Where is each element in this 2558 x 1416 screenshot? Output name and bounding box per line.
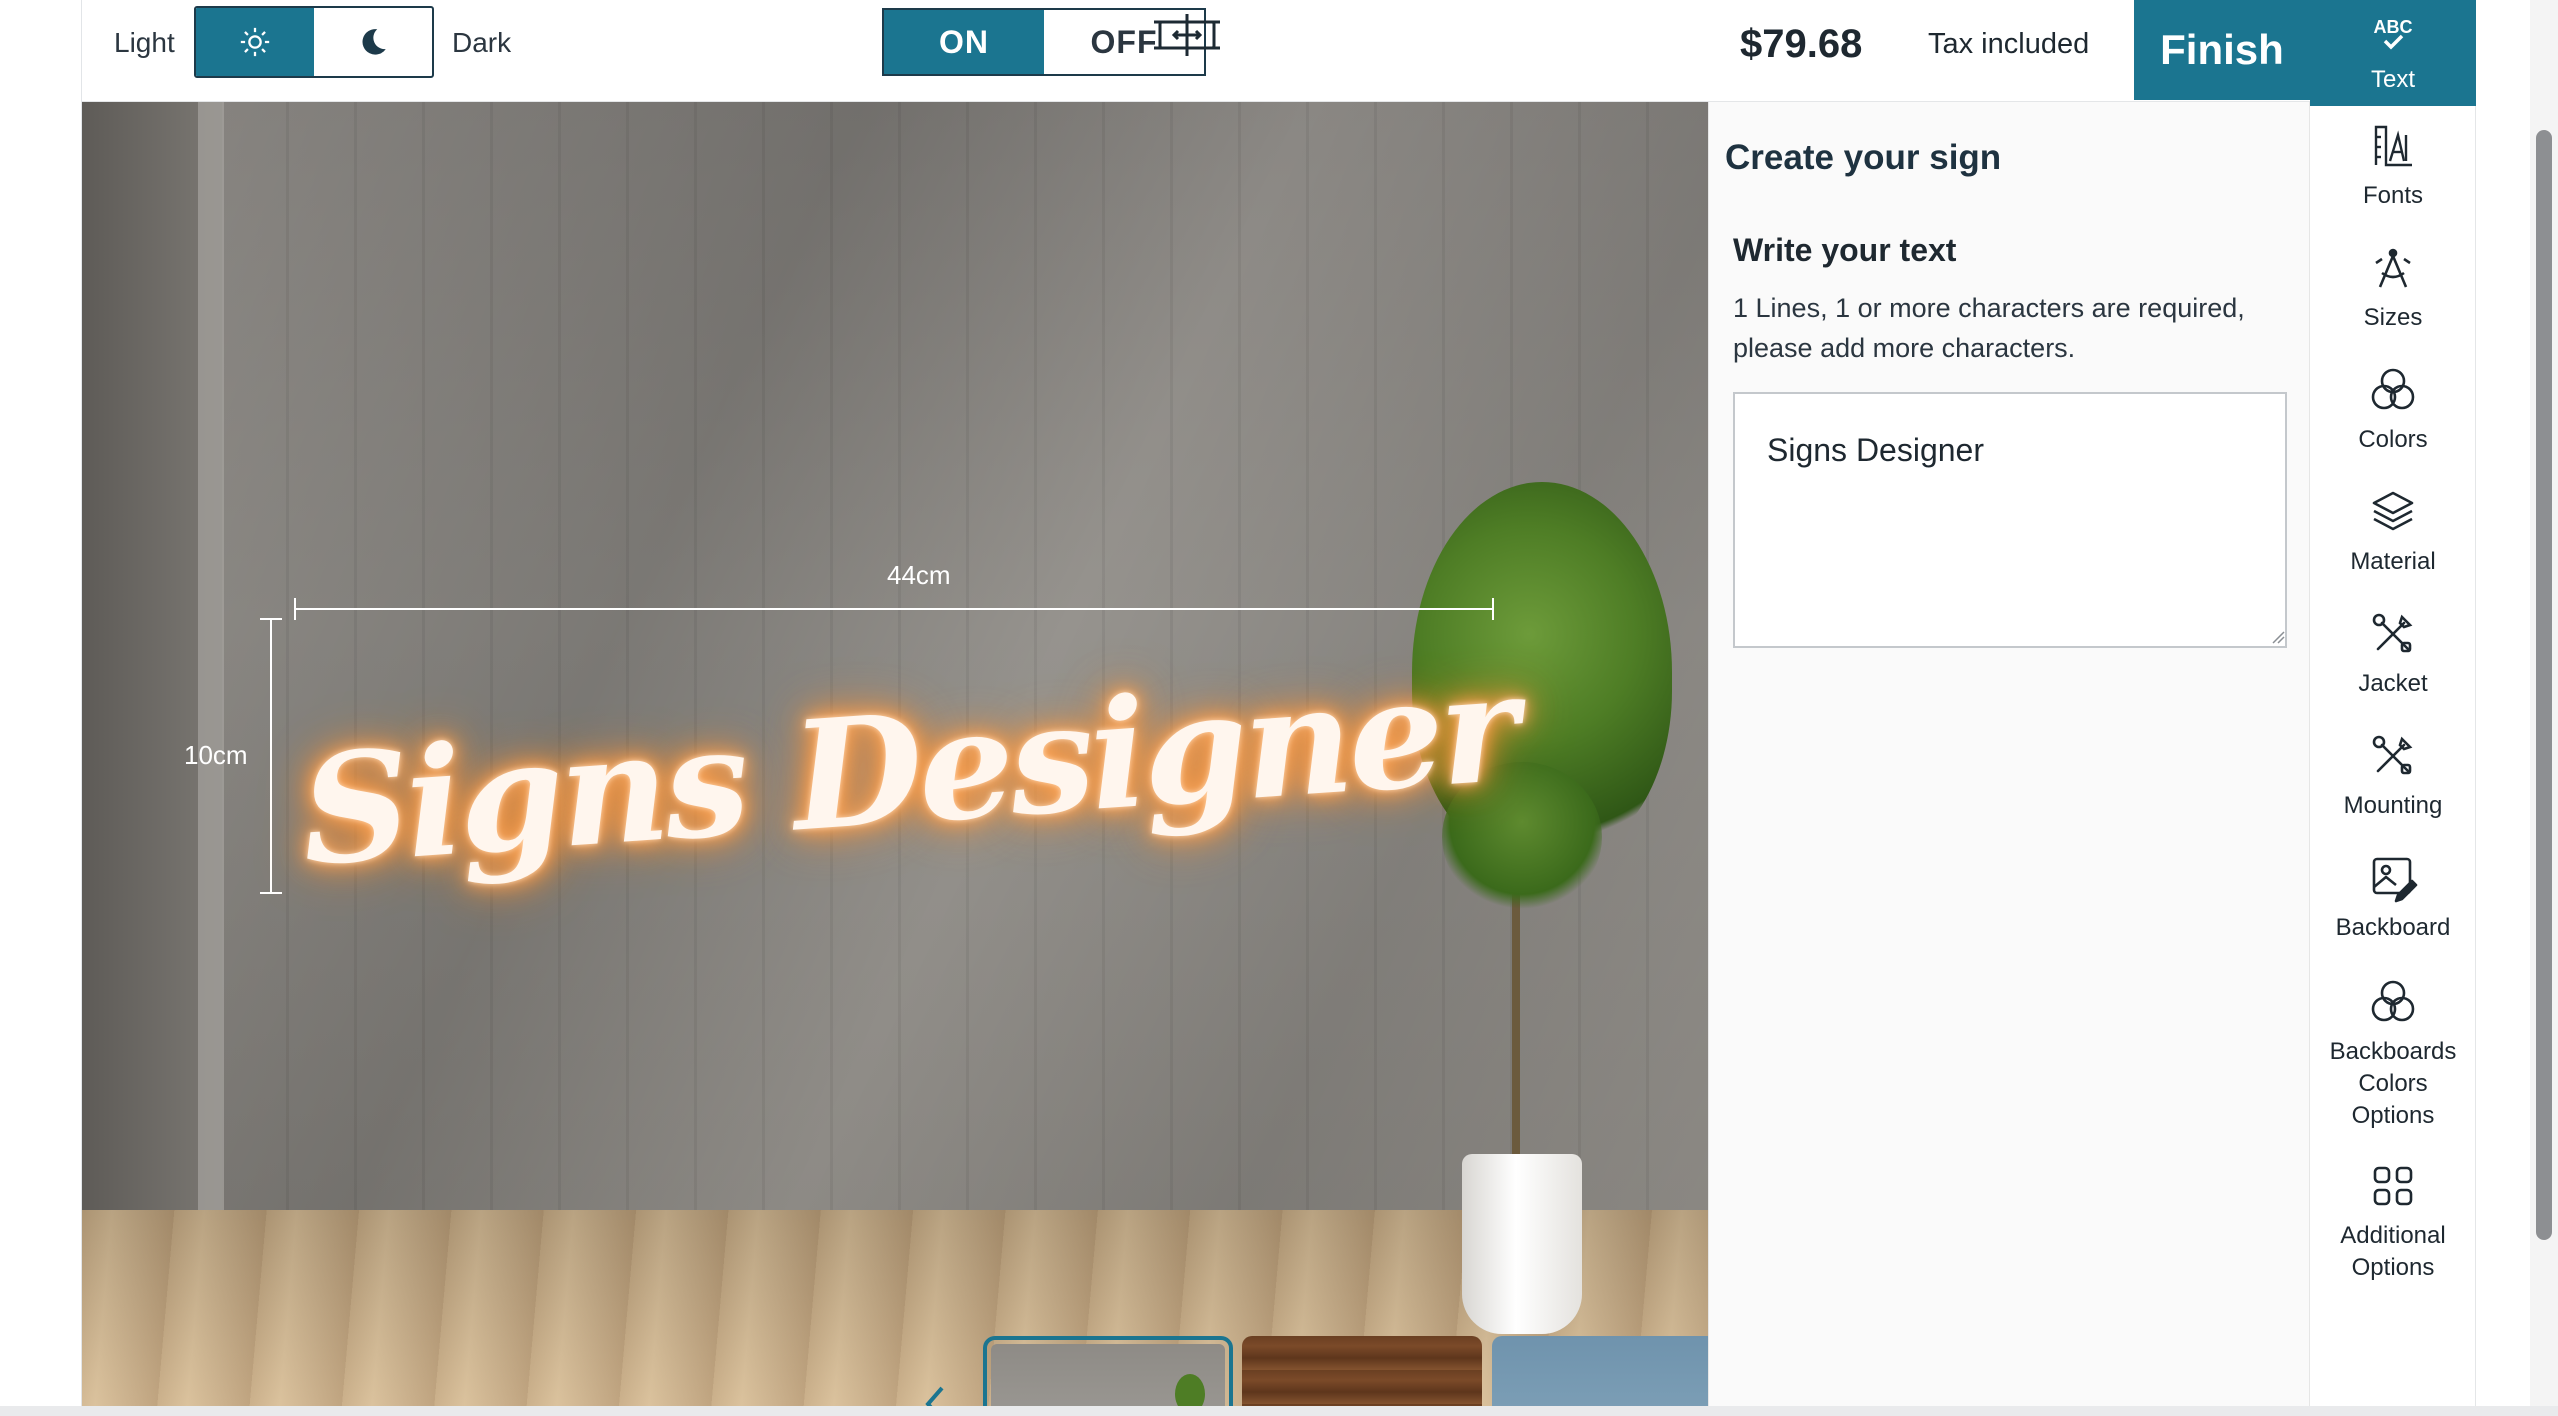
scrollbar-thumb[interactable] xyxy=(2536,130,2552,1240)
nav-backboard[interactable]: Backboard xyxy=(2310,852,2476,944)
bottom-edge xyxy=(0,1406,2558,1416)
prev-background-button[interactable] xyxy=(915,1382,955,1406)
nav-material[interactable]: Material xyxy=(2310,486,2476,578)
nav-backboard-colors[interactable]: Backboards Colors Options xyxy=(2310,976,2476,1132)
topbar: Light Dark ON OFF $79.68 Tax included Fi… xyxy=(82,0,2476,102)
nav-label: Colors xyxy=(2358,426,2428,453)
nav-label: Mounting xyxy=(2343,792,2443,819)
sign-preview: 44cm 10cm Signs Designer xyxy=(82,102,1708,1406)
side-nav: ABC Text Fonts Sizes Colors Material Jac… xyxy=(2310,0,2476,1406)
svg-text:ABC: ABC xyxy=(2374,17,2413,37)
abc-check-icon: ABC xyxy=(2367,10,2419,62)
nav-colors[interactable]: Colors xyxy=(2310,364,2476,456)
nav-label: Backboard xyxy=(2335,914,2451,941)
fonts-icon xyxy=(2367,120,2419,172)
nav-mounting[interactable]: Mounting xyxy=(2310,730,2476,822)
sign-text-input[interactable]: Signs Designer xyxy=(1733,392,2287,648)
width-label: 44cm xyxy=(887,560,951,590)
additional-options-icon xyxy=(2367,1160,2419,1212)
dark-mode-label: Dark xyxy=(452,27,512,58)
nav-label: Sizes xyxy=(2363,304,2423,331)
mounting-icon xyxy=(2367,730,2419,782)
light-mode-button[interactable] xyxy=(196,8,314,76)
material-icon xyxy=(2367,486,2419,538)
height-measure xyxy=(256,618,286,894)
resize-grip-icon[interactable] xyxy=(2271,630,2285,644)
jacket-icon xyxy=(2367,608,2419,660)
section-title: Write your text xyxy=(1733,232,1957,268)
ruler-icon[interactable] xyxy=(1152,10,1222,60)
theme-toggle xyxy=(194,6,434,78)
nav-label: Jacket xyxy=(2358,670,2428,697)
nav-text[interactable]: ABC Text xyxy=(2310,0,2476,106)
height-label: 10cm xyxy=(184,740,248,770)
neon-sign-text[interactable]: Signs Designer xyxy=(294,616,1546,922)
nav-additional-options[interactable]: Additional Options xyxy=(2310,1160,2476,1284)
background-thumbnail-concrete[interactable] xyxy=(983,1336,1233,1406)
colors-icon xyxy=(2367,364,2419,416)
nav-label: Additional Options xyxy=(2340,1222,2446,1281)
dark-mode-button[interactable] xyxy=(314,8,432,76)
nav-sizes[interactable]: Sizes xyxy=(2310,242,2476,334)
nav-label: Backboards Colors Options xyxy=(2329,1038,2457,1129)
app: Light Dark ON OFF $79.68 Tax included Fi… xyxy=(0,0,2558,1416)
light-mode-label: Light xyxy=(114,27,175,58)
left-gutter xyxy=(0,0,82,1416)
plant-pot xyxy=(1462,1154,1582,1334)
backboard-colors-icon xyxy=(2367,976,2419,1028)
tax-note: Tax included xyxy=(1928,28,2090,60)
light-on-button[interactable]: ON xyxy=(884,10,1044,74)
options-panel: Create your sign Write your text 1 Lines… xyxy=(1708,102,2310,1406)
sun-icon xyxy=(240,27,270,57)
text-requirement-hint: 1 Lines, 1 or more characters are requir… xyxy=(1733,293,2245,363)
nav-label: Fonts xyxy=(2362,182,2424,209)
wall-pillar xyxy=(198,102,224,1222)
nav-fonts[interactable]: Fonts xyxy=(2310,120,2476,212)
nav-jacket[interactable]: Jacket xyxy=(2310,608,2476,700)
finish-button[interactable]: Finish xyxy=(2134,0,2310,100)
price: $79.68 xyxy=(1740,22,1863,66)
nav-label: Material xyxy=(2350,548,2436,575)
backboard-icon xyxy=(2367,852,2419,904)
width-measure xyxy=(294,594,1494,624)
moon-icon xyxy=(362,29,386,55)
sizes-icon xyxy=(2367,242,2419,294)
background-thumbnail-wood[interactable] xyxy=(1242,1336,1482,1406)
panel-title: Create your sign xyxy=(1725,138,2002,177)
background-thumbnail-blue-room[interactable] xyxy=(1492,1336,1708,1406)
chevron-left-icon xyxy=(925,1386,944,1406)
nav-label: Text xyxy=(2370,66,2415,93)
